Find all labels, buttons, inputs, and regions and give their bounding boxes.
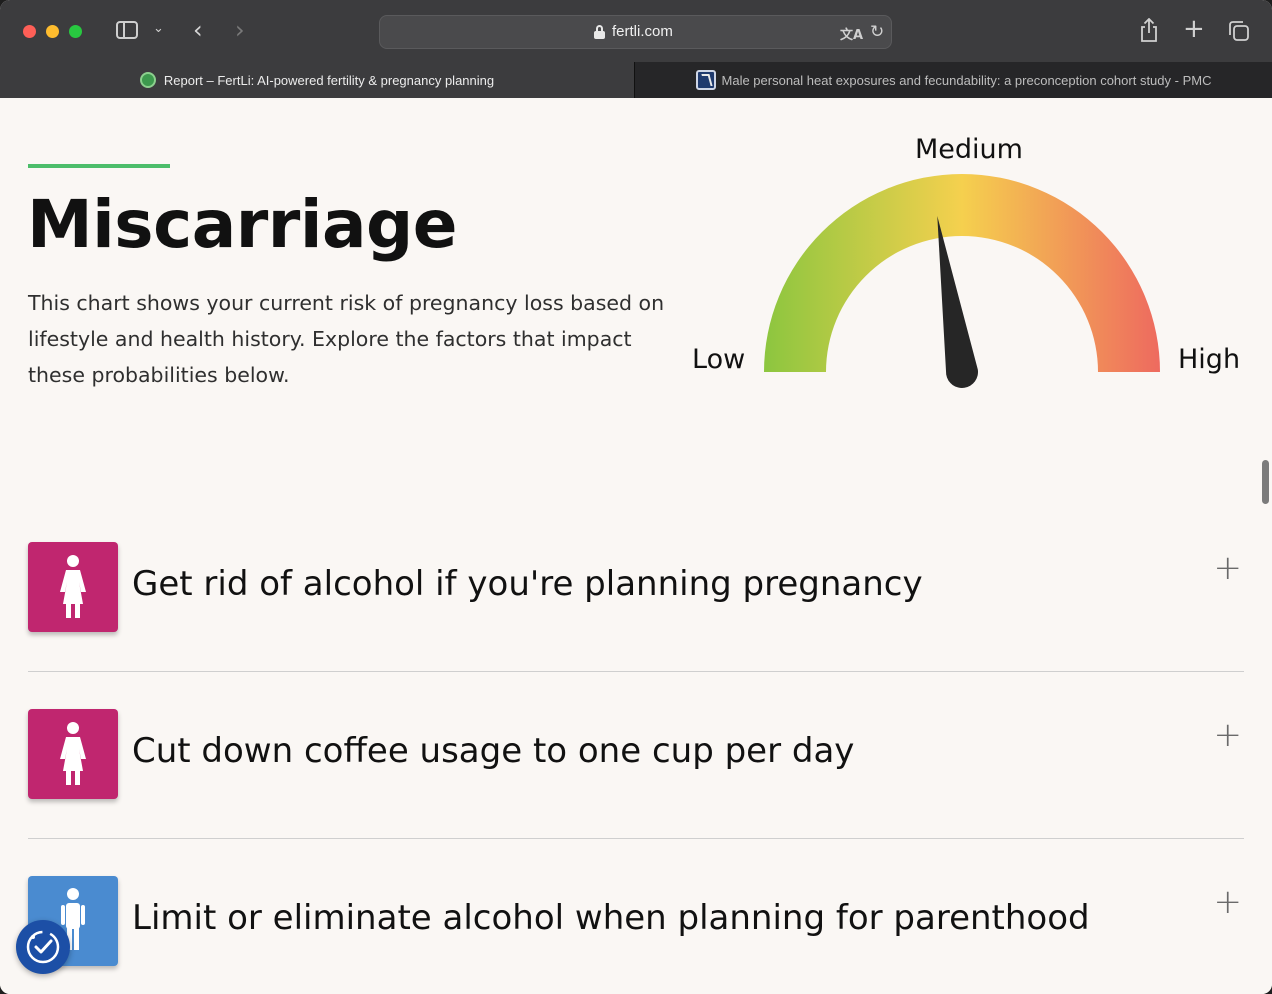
expand-plus-icon[interactable]: + [1214,715,1243,755]
tab-overview-icon[interactable] [1228,20,1250,42]
gauge-low-label: Low [692,344,746,375]
url-text: fertli.com [612,23,673,40]
gauge-needle [937,215,978,388]
tab-bar: Report – FertLi: AI-powered fertility & … [0,62,1272,98]
recommendation-text: Get rid of alcohol if you're planning pr… [132,564,923,604]
page-content: Miscarriage This chart shows your curren… [0,98,1272,994]
share-icon[interactable] [1140,18,1158,42]
browser-window: ⌄ ‹ › fertli.com 文A ↻ + Report – FertLi:… [0,0,1272,994]
female-icon [28,709,118,799]
gauge-graphic [764,174,1160,388]
recommendation-text: Limit or eliminate alcohol when planning… [132,898,1090,938]
gauge-high-label: High [1178,344,1241,375]
browser-toolbar: ⌄ ‹ › fertli.com 文A ↻ + [0,0,1272,62]
chevron-down-icon[interactable]: ⌄ [153,22,164,35]
close-window-button[interactable] [23,25,36,38]
recommendation-item[interactable]: Cut down coffee usage to one cup per day… [28,709,1244,799]
pmc-favicon-icon [695,70,716,90]
lock-icon [594,25,605,39]
zoom-window-button[interactable] [69,25,82,38]
recommendation-item[interactable]: Limit or eliminate alcohol when planning… [28,876,1244,966]
tab-pmc-article[interactable]: Male personal heat exposures and fecunda… [634,62,1272,98]
tab-title: Report – FertLi: AI-powered fertility & … [163,72,495,88]
translate-icon[interactable]: 文A [840,24,863,43]
forward-button[interactable]: › [235,18,245,42]
back-button[interactable]: ‹ [193,18,203,42]
page-title: Miscarriage [27,186,458,263]
gauge-medium-label: Medium [915,134,1023,165]
fertli-favicon-icon [139,72,156,88]
title-accent-line [28,164,170,168]
accessibility-button[interactable] [16,920,70,974]
address-bar[interactable]: fertli.com 文A ↻ [379,15,892,49]
tab-title: Male personal heat exposures and fecunda… [721,72,1212,88]
reload-icon[interactable]: ↻ [870,22,884,42]
accessibility-check-icon [26,930,60,964]
expand-plus-icon[interactable]: + [1214,882,1243,922]
minimize-window-button[interactable] [46,25,59,38]
expand-plus-icon[interactable]: + [1214,548,1243,588]
recommendation-item[interactable]: Get rid of alcohol if you're planning pr… [28,542,1244,632]
risk-gauge: Medium Low High [686,128,1256,428]
new-tab-icon[interactable]: + [1183,16,1205,42]
female-icon [28,542,118,632]
recommendation-text: Cut down coffee usage to one cup per day [132,731,855,771]
tab-fertli-report[interactable]: Report – FertLi: AI-powered fertility & … [0,62,634,98]
scrollbar-thumb[interactable] [1262,460,1269,504]
sidebar-toggle-icon[interactable] [116,21,138,39]
page-description: This chart shows your current risk of pr… [28,291,665,387]
divider [28,838,1244,839]
divider [28,671,1244,672]
